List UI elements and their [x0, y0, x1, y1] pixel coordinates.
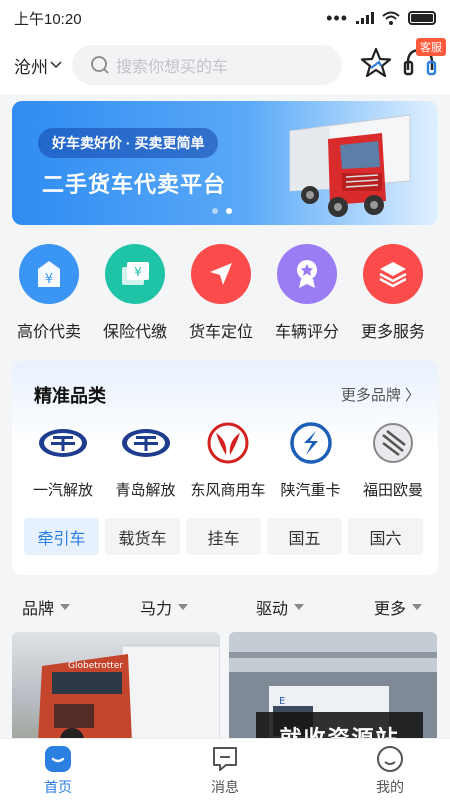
more-brands-link[interactable]: 更多品牌 〉	[341, 384, 420, 405]
quick-actions: ¥ 高价代卖 ¥ 保险代缴 货车定位 车辆评分 更多服务	[0, 244, 450, 344]
quick-label: 货车定位	[188, 324, 253, 341]
brand-label: 一汽解放	[32, 482, 93, 499]
category-tags: 牵引车 载货车 挂车 国五 国六	[24, 518, 423, 555]
banner-title: 二手货车代卖平台	[42, 172, 227, 197]
search-input[interactable]: 搜索你想买的车	[72, 45, 342, 85]
brand-item-faw[interactable]: 一汽解放	[22, 421, 104, 500]
battery-icon	[408, 11, 436, 25]
filter-label: 品牌	[22, 601, 55, 618]
filter-brand[interactable]: 品牌	[22, 595, 71, 619]
tab-label: 我的	[376, 779, 404, 795]
city-label: 沧州	[14, 57, 48, 77]
listing-card[interactable]: Globetrotter	[12, 632, 220, 742]
svg-text:¥: ¥	[134, 265, 142, 279]
search-placeholder: 搜索你想买的车	[116, 59, 229, 76]
truck-photo: Globetrotter	[38, 645, 220, 742]
tag-cargo[interactable]: 载货车	[105, 518, 180, 555]
banner-pagination	[212, 208, 232, 214]
insurance-icon: ¥	[105, 244, 165, 304]
foton-logo-icon	[373, 423, 413, 463]
tab-messages[interactable]: 消息	[180, 745, 270, 797]
quick-label: 车辆评分	[274, 324, 339, 341]
truck-brand-text: Globetrotter	[68, 661, 123, 671]
message-icon	[213, 747, 237, 771]
tag-tractor[interactable]: 牵引车	[24, 518, 99, 555]
wifi-icon	[382, 11, 400, 25]
location-arrow-icon	[191, 244, 251, 304]
quick-item-more[interactable]: 更多服务	[350, 244, 436, 344]
quick-label: 保险代缴	[102, 324, 167, 341]
filter-label: 驱动	[256, 601, 289, 618]
filter-label: 马力	[140, 601, 173, 618]
brand-label: 东风商用车	[190, 482, 266, 499]
caret-down-icon	[412, 604, 423, 610]
filter-drive[interactable]: 驱动	[256, 595, 305, 619]
category-section: 精准品类 更多品牌 〉 一汽解放 青岛解放 东风商用车 陕汽重卡 福田欧曼 牵引…	[12, 361, 438, 575]
brand-item-foton-auman[interactable]: 福田欧曼	[352, 421, 434, 500]
brand-label: 福田欧曼	[362, 482, 423, 499]
city-selector[interactable]: 沧州	[14, 53, 70, 78]
caret-down-icon	[294, 604, 305, 610]
category-title: 精准品类	[34, 386, 106, 406]
banner-dot	[212, 208, 218, 214]
rating-badge-icon	[277, 244, 337, 304]
faw-logo-icon	[39, 429, 87, 457]
brand-item-shacman[interactable]: 陕汽重卡	[270, 421, 352, 500]
shacman-logo-icon	[289, 422, 332, 464]
brand-list: 一汽解放 青岛解放 东风商用车 陕汽重卡 福田欧曼	[22, 421, 434, 500]
price-tag-icon: ¥	[19, 244, 79, 304]
tab-profile[interactable]: 我的	[345, 745, 435, 797]
brand-item-qingdao-faw[interactable]: 青岛解放	[105, 421, 187, 500]
chevron-down-icon	[50, 61, 62, 69]
truck-illustration	[289, 114, 411, 217]
service-tag: 客服	[416, 38, 446, 56]
quick-label: 高价代卖	[16, 324, 81, 341]
bottom-tabbar: 首页 消息 我的	[0, 738, 450, 800]
status-icons: •••	[326, 8, 436, 29]
tab-label: 消息	[211, 779, 239, 795]
dongfeng-logo-icon	[207, 422, 249, 464]
tab-home[interactable]: 首页	[13, 745, 103, 797]
profile-icon	[377, 746, 403, 772]
brand-item-dongfeng[interactable]: 东风商用车	[187, 421, 269, 500]
caret-down-icon	[178, 604, 189, 610]
faw-logo-icon	[121, 429, 170, 457]
quick-label: 更多服务	[360, 324, 425, 341]
quick-item-rating[interactable]: 车辆评分	[264, 244, 350, 344]
svg-text:¥: ¥	[45, 272, 53, 287]
filter-horsepower[interactable]: 马力	[140, 595, 189, 619]
quick-item-locate[interactable]: 货车定位	[178, 244, 264, 344]
layers-icon	[363, 244, 423, 304]
status-bar: 上午10:20 •••	[0, 0, 450, 36]
tag-euro5[interactable]: 国五	[267, 518, 342, 555]
home-icon	[45, 746, 71, 772]
favorite-star-icon[interactable]	[359, 46, 393, 80]
brand-label: 青岛解放	[115, 482, 176, 499]
quick-item-insurance[interactable]: ¥ 保险代缴	[92, 244, 178, 344]
promo-banner[interactable]: 好车卖好价 · 买卖更简单 二手货车代卖平台	[12, 101, 438, 225]
status-time: 上午10:20	[14, 10, 82, 28]
svg-text:E: E	[279, 696, 285, 707]
tab-label: 首页	[44, 779, 72, 795]
quick-item-sell[interactable]: ¥ 高价代卖	[6, 244, 92, 344]
caret-down-icon	[60, 604, 71, 610]
tag-euro6[interactable]: 国六	[348, 518, 423, 555]
filter-bar: 品牌 马力 驱动 更多	[0, 592, 450, 622]
filter-label: 更多	[374, 601, 407, 618]
top-header: 沧州 搜索你想买的车 客服	[0, 36, 450, 94]
banner-slogan: 好车卖好价 · 买卖更简单	[38, 128, 219, 158]
search-icon	[91, 56, 109, 74]
signal-icon	[356, 12, 374, 24]
brand-label: 陕汽重卡	[280, 482, 341, 499]
tag-trailer[interactable]: 挂车	[186, 518, 261, 555]
banner-dot-active	[226, 208, 232, 214]
customer-service-button[interactable]: 客服	[400, 38, 446, 84]
filter-more[interactable]: 更多	[374, 595, 423, 619]
status-more-dots: •••	[326, 7, 348, 28]
